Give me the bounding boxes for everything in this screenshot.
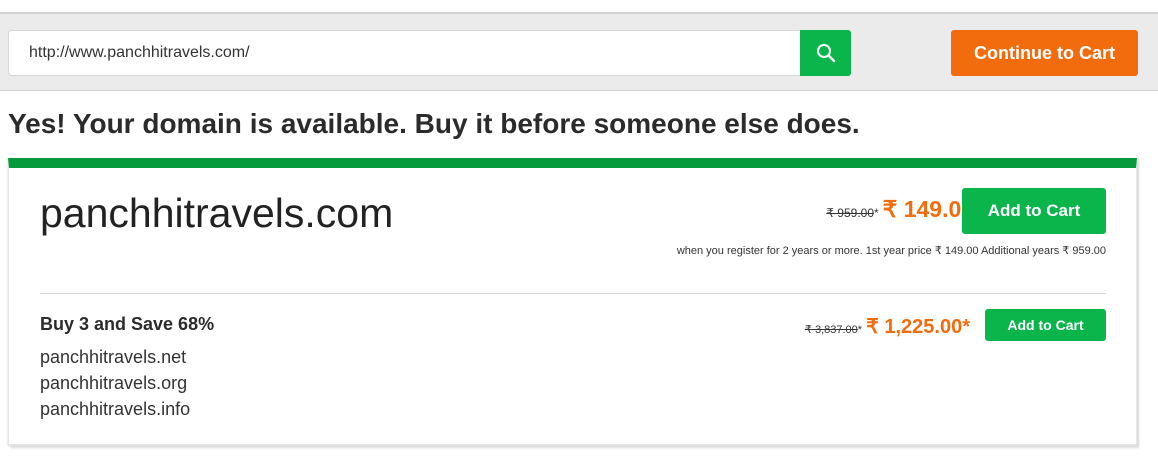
search-bar-area: Continue to Cart bbox=[0, 12, 1158, 91]
bundle-original-price-mark: * bbox=[857, 324, 863, 336]
add-to-cart-button[interactable]: Add to Cart bbox=[962, 188, 1106, 234]
continue-to-cart-button[interactable]: Continue to Cart bbox=[951, 30, 1138, 76]
original-price-value: ₹ 959.00 bbox=[826, 206, 874, 220]
bundle-sale-price: ₹ 1,225.00* bbox=[866, 316, 970, 338]
search-button[interactable] bbox=[800, 30, 851, 76]
bundle-add-to-cart-button[interactable]: Add to Cart bbox=[985, 309, 1106, 341]
bundle-domain: panchhitravels.info bbox=[40, 399, 191, 419]
bundle-domain: panchhitravels.net bbox=[40, 347, 187, 367]
bundle-title: Buy 3 and Save 68% bbox=[40, 314, 215, 334]
domain-search-input[interactable] bbox=[8, 30, 800, 76]
bundle-price: ₹ 3,837.00* ₹ 1,225.00* bbox=[805, 314, 970, 339]
bundle-domain-list: panchhitravels.net panchhitravels.org pa… bbox=[40, 344, 190, 422]
original-price-mark: * bbox=[874, 206, 879, 220]
domain-search bbox=[8, 30, 851, 76]
bundle-original-price: ₹ 3,837.00* bbox=[805, 323, 862, 336]
primary-price: ₹ 959.00* ₹ 149.00* bbox=[826, 196, 983, 223]
original-price: ₹ 959.00* bbox=[826, 206, 878, 220]
bundle-domain: panchhitravels.org bbox=[40, 373, 188, 393]
domain-name: panchhitravels.com bbox=[40, 190, 394, 236]
domain-result-card: panchhitravels.com ₹ 959.00* ₹ 149.00* A… bbox=[8, 158, 1137, 446]
pricing-note: when you register for 2 years or more. 1… bbox=[676, 245, 1106, 257]
divider bbox=[40, 293, 1106, 294]
bundle-original-price-value: ₹ 3,837.00 bbox=[804, 324, 858, 336]
search-icon bbox=[816, 44, 835, 63]
availability-headline: Yes! Your domain is available. Buy it be… bbox=[8, 108, 860, 139]
